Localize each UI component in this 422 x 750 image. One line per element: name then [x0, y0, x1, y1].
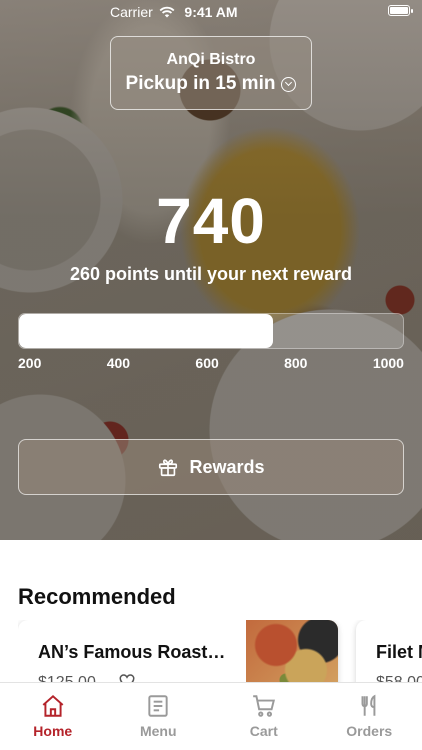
chevron-down-circle-icon [281, 76, 297, 92]
tab-bar: Home Menu Cart Orders [0, 682, 422, 750]
status-bar: Carrier 9:41 AM [0, 0, 422, 24]
tick-label: 800 [284, 355, 308, 371]
rewards-button-label: Rewards [189, 456, 265, 477]
recommended-item-name: Filet Mignon [376, 642, 422, 662]
utensils-icon [361, 694, 376, 716]
status-time: 9:41 AM [184, 4, 238, 20]
recommended-item-card[interactable]: Filet Mignon $58.00 [356, 620, 422, 690]
status-carrier: Carrier [110, 4, 175, 20]
recommended-heading: Recommended [18, 584, 176, 609]
battery-icon [388, 5, 413, 16]
rewards-progress-fill [19, 314, 273, 348]
tick-label: 600 [195, 355, 219, 371]
recommended-carousel[interactable]: AN’s Famous Roast… $125.00 Filet Mignon … [18, 620, 422, 690]
pickup-time-row: Pickup in 15 min [126, 73, 297, 95]
store-name: AnQi Bistro [166, 51, 256, 68]
points-until-reward: 260 points until your next reward [69, 264, 353, 284]
recommended-item-image [246, 620, 338, 690]
home-icon [42, 694, 64, 717]
menu-icon [148, 695, 168, 717]
tab-label: Orders [346, 723, 393, 739]
cart-icon [252, 695, 275, 717]
recommended-item-name: AN’s Famous Roast… [38, 642, 226, 662]
tick-label: 1000 [372, 355, 404, 371]
points-balance: 740 [156, 185, 266, 257]
tick-label: 200 [18, 355, 42, 371]
pickup-time-label: Pickup in 15 min [125, 73, 276, 94]
tab-orders[interactable]: Orders [317, 683, 422, 750]
progress-tick-labels: 200 400 600 800 1000 [18, 355, 404, 373]
wifi-icon [159, 6, 175, 18]
carrier-label: Carrier [110, 4, 153, 20]
tab-label: Cart [249, 723, 278, 739]
rewards-button[interactable]: Rewards [18, 439, 404, 495]
store-selector-button[interactable]: AnQi Bistro Pickup in 15 min [110, 36, 312, 110]
tab-label: Home [33, 723, 73, 739]
recommended-item-card[interactable]: AN’s Famous Roast… $125.00 [18, 620, 338, 690]
tab-menu[interactable]: Menu [106, 683, 212, 750]
tab-home[interactable]: Home [0, 683, 106, 750]
tab-label: Menu [139, 723, 177, 739]
tab-cart[interactable]: Cart [211, 683, 317, 750]
gift-icon [159, 459, 178, 477]
tick-label: 400 [106, 355, 131, 371]
rewards-progress-bar [18, 313, 404, 349]
